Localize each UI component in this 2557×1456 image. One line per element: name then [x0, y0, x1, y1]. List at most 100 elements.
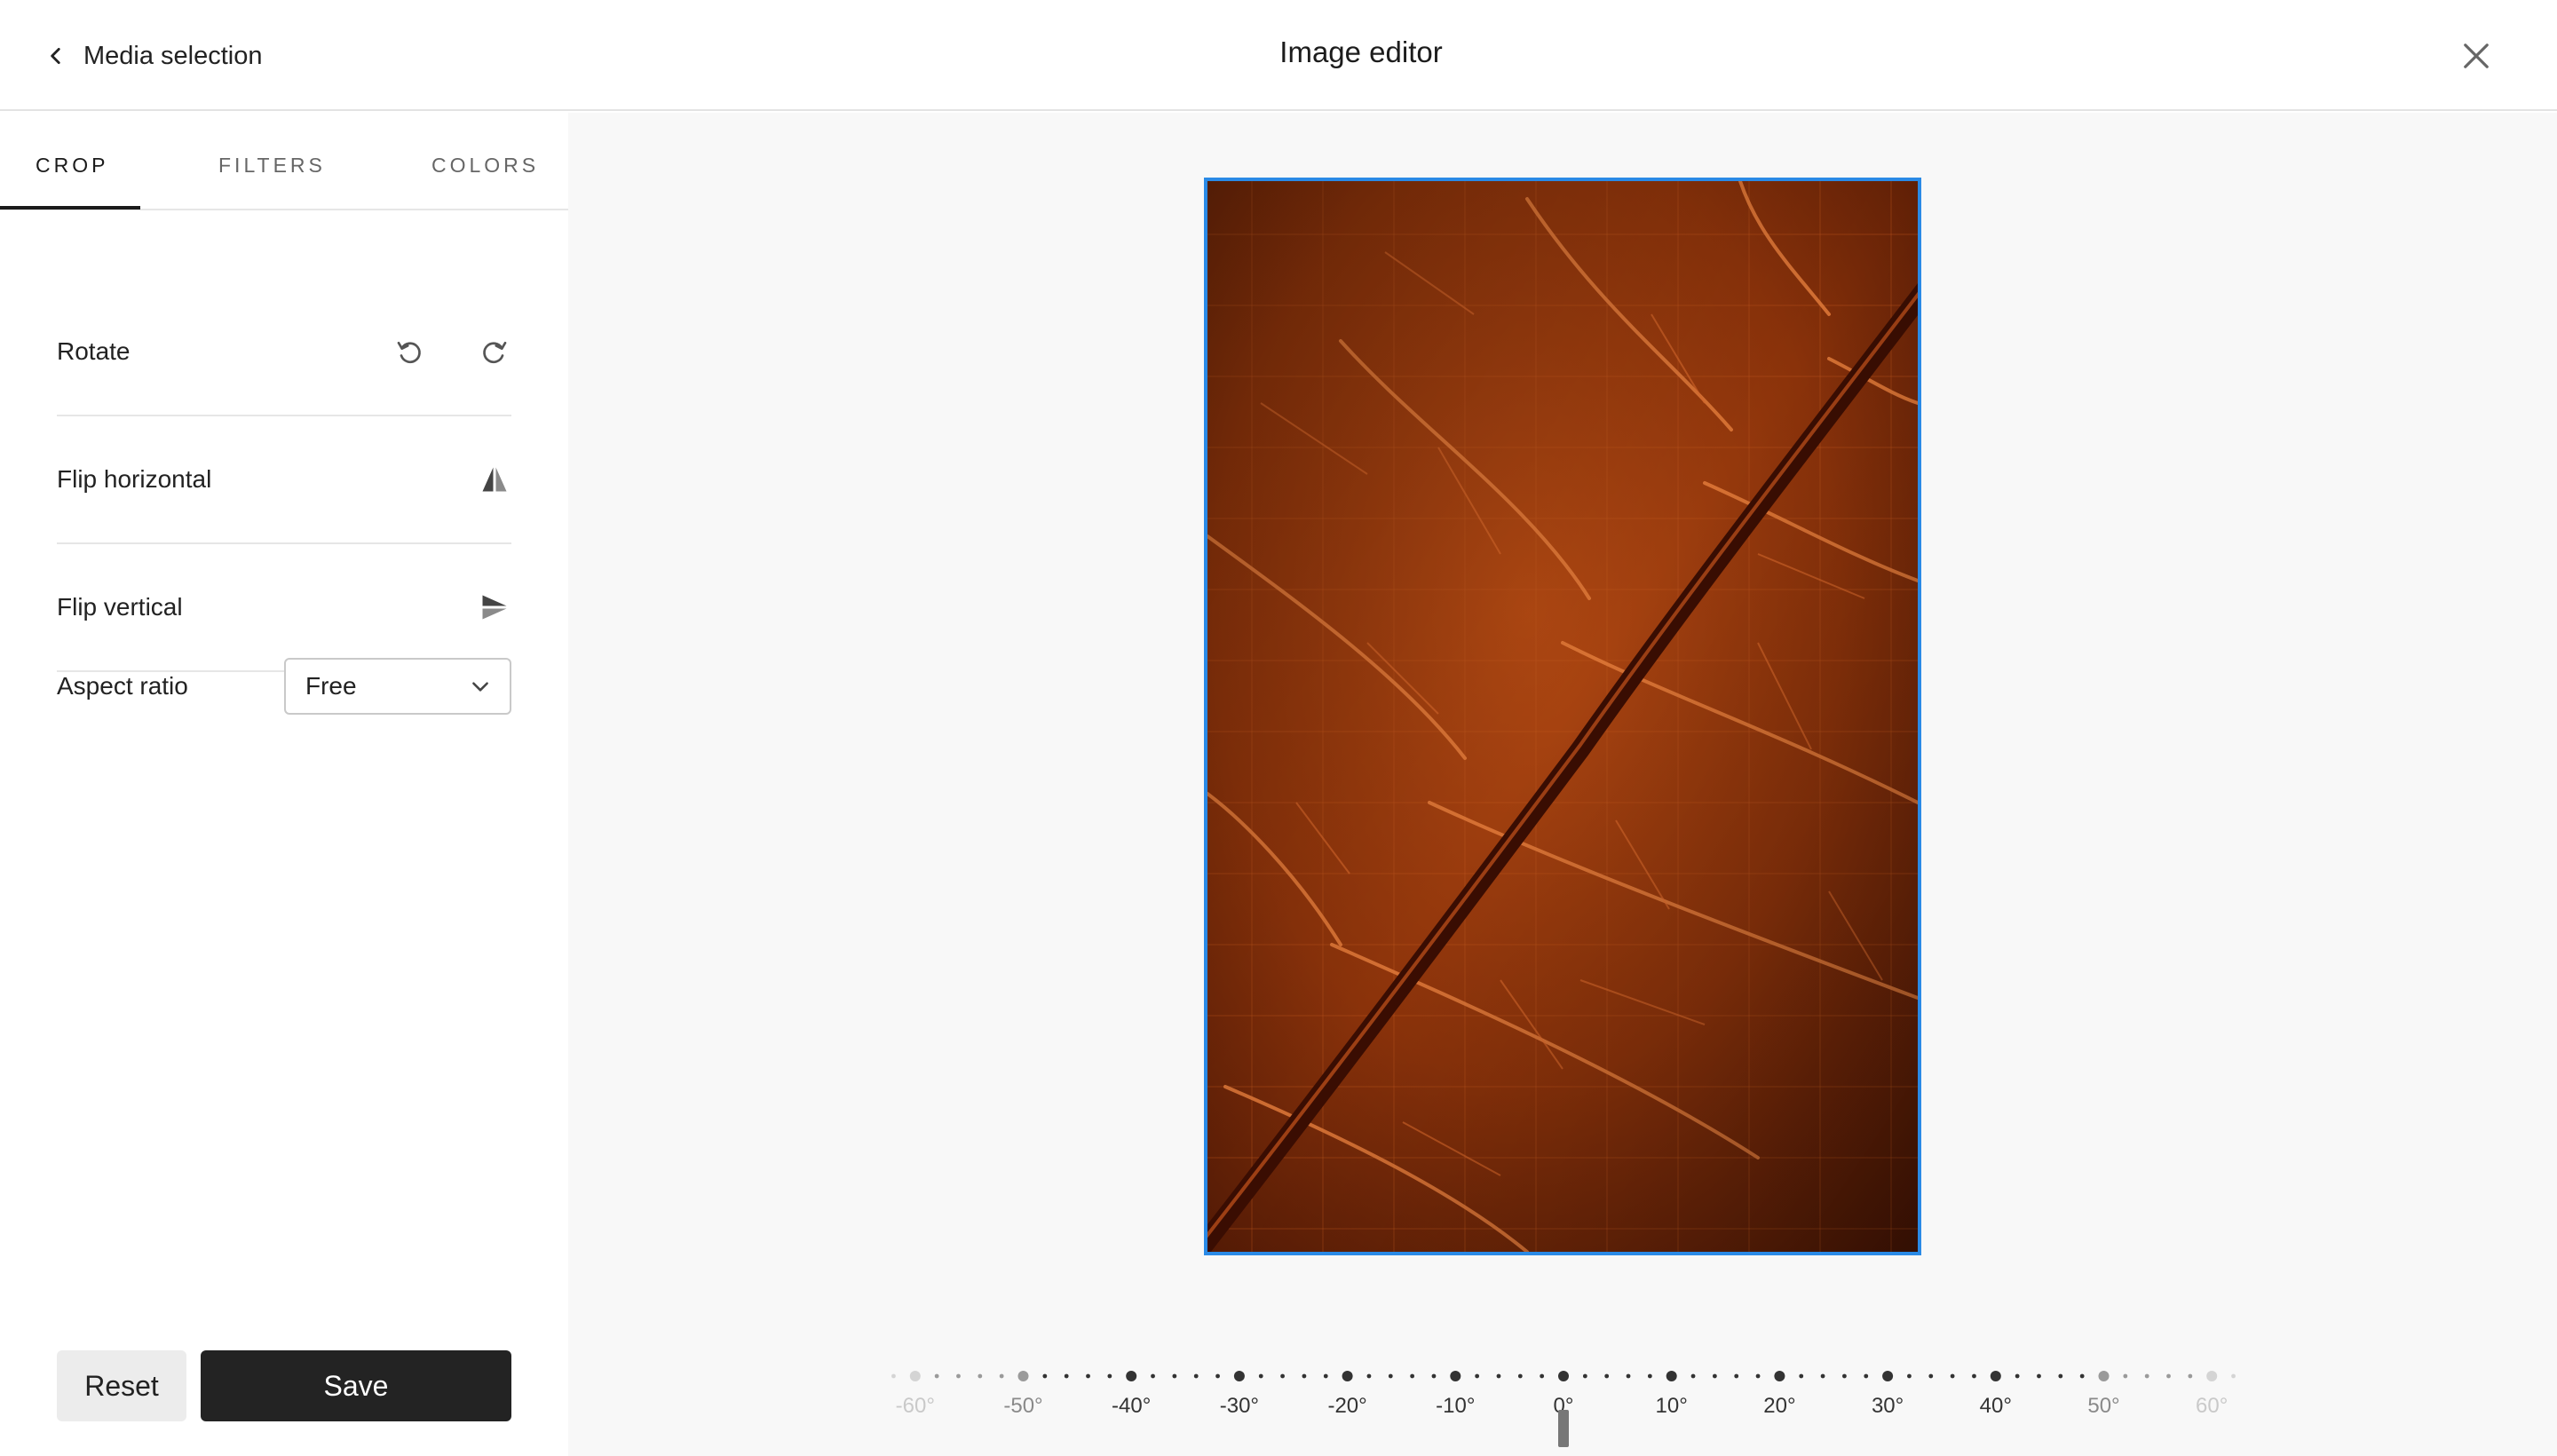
- save-button[interactable]: Save: [201, 1350, 511, 1421]
- close-icon: [2464, 44, 2489, 68]
- rotation-indicator[interactable]: [1558, 1410, 1569, 1447]
- ruler-major-tick: [2206, 1371, 2218, 1381]
- ruler-minor-tick: [1972, 1373, 1976, 1379]
- ruler-minor-tick: [1410, 1373, 1415, 1379]
- rotate-right-button[interactable]: [474, 331, 515, 372]
- ruler-minor-tick: [1258, 1373, 1263, 1379]
- ruler-major-tick: [1126, 1371, 1137, 1381]
- flip-vertical-label: Flip vertical: [57, 593, 183, 621]
- ruler-minor-tick: [1517, 1373, 1523, 1379]
- ruler-minor-tick: [1907, 1373, 1912, 1379]
- ruler-minor-tick: [1604, 1373, 1610, 1379]
- chevron-down-icon: [472, 682, 488, 692]
- ruler-label: -60°: [895, 1394, 935, 1418]
- rotate-left-button[interactable]: [389, 331, 430, 372]
- flip-horizontal-button[interactable]: [474, 459, 515, 500]
- ruler-minor-tick: [2188, 1373, 2193, 1379]
- ruler-minor-tick: [1475, 1373, 1480, 1379]
- rotate-clockwise-icon: [483, 341, 507, 364]
- flip-horizontal-icon: [482, 467, 507, 492]
- ruler-label: 60°: [2196, 1394, 2228, 1418]
- ruler-minor-tick: [978, 1373, 983, 1379]
- aspect-ratio-row: Aspect ratio Free: [57, 651, 511, 722]
- tab-crop[interactable]: CROP: [36, 154, 108, 178]
- ruler-minor-tick: [1755, 1373, 1761, 1379]
- back-label: Media selection: [83, 41, 263, 70]
- ruler-label: -20°: [1327, 1394, 1367, 1418]
- ruler-major-tick: [1450, 1371, 1461, 1381]
- ruler-minor-tick: [1734, 1373, 1739, 1379]
- ruler-minor-tick: [1366, 1373, 1372, 1379]
- ruler-minor-tick: [934, 1373, 939, 1379]
- ruler-minor-tick: [1690, 1373, 1696, 1379]
- ruler-minor-tick: [2166, 1373, 2171, 1379]
- chevron-left-icon: [51, 48, 60, 64]
- ruler-minor-tick: [1042, 1373, 1048, 1379]
- ruler-minor-tick: [1107, 1373, 1112, 1379]
- ruler-minor-tick: [891, 1373, 896, 1379]
- active-tab-indicator: [0, 206, 140, 210]
- tab-colors[interactable]: COLORS: [431, 154, 539, 178]
- aspect-ratio-select[interactable]: Free: [284, 658, 511, 715]
- reset-button[interactable]: Reset: [57, 1350, 186, 1421]
- ruler-major-tick: [909, 1371, 921, 1381]
- ruler-minor-tick: [1086, 1373, 1090, 1379]
- ruler-minor-tick: [1215, 1373, 1220, 1379]
- ruler-minor-tick: [2123, 1373, 2128, 1379]
- ruler-minor-tick: [2079, 1373, 2085, 1379]
- ruler-minor-tick: [1928, 1373, 1934, 1379]
- tab-bar: CROP FILTERS COLORS: [0, 113, 568, 210]
- ruler-label: -10°: [1436, 1394, 1476, 1418]
- ruler-minor-tick: [1151, 1373, 1155, 1379]
- ruler-minor-tick: [1582, 1373, 1587, 1379]
- ruler-minor-tick: [1864, 1373, 1869, 1379]
- ruler-minor-tick: [1302, 1373, 1307, 1379]
- rotation-ruler[interactable]: -60° -50° -40° -30° -20° -10° 0° 10° 20° 30° 40° 50…: [879, 1357, 2246, 1454]
- ruler-label: 20°: [1763, 1394, 1796, 1418]
- leaf-image: [1207, 181, 1918, 1252]
- ruler-minor-tick: [2144, 1373, 2149, 1379]
- ruler-minor-tick: [2231, 1373, 2236, 1379]
- ruler-label: -40°: [1112, 1394, 1152, 1418]
- flip-horizontal-label: Flip horizontal: [57, 465, 212, 493]
- aspect-ratio-label: Aspect ratio: [57, 672, 188, 700]
- ruler-minor-tick: [1172, 1373, 1177, 1379]
- ruler-minor-tick: [2037, 1373, 2041, 1379]
- ruler-minor-tick: [1496, 1373, 1501, 1379]
- ruler-major-tick: [1882, 1371, 1894, 1381]
- tab-filters[interactable]: FILTERS: [218, 154, 326, 178]
- ruler-major-tick: [1342, 1371, 1353, 1381]
- ruler-major-tick: [2098, 1371, 2110, 1381]
- ruler-label: 50°: [2087, 1394, 2120, 1418]
- back-to-media-selection[interactable]: Media selection: [44, 37, 263, 75]
- crop-frame[interactable]: [1204, 178, 1921, 1255]
- ruler-minor-tick: [1388, 1373, 1393, 1379]
- ruler-label: 40°: [1979, 1394, 2012, 1418]
- ruler-major-tick: [1558, 1371, 1569, 1381]
- ruler-major-tick: [1666, 1371, 1677, 1381]
- ruler-minor-tick: [1323, 1373, 1328, 1379]
- ruler-minor-tick: [2015, 1373, 2020, 1379]
- close-button[interactable]: [2458, 37, 2495, 75]
- ruler-minor-tick: [1540, 1373, 1545, 1379]
- ruler-minor-tick: [1950, 1373, 1955, 1379]
- ruler-major-tick: [1017, 1371, 1029, 1381]
- editor-sidebar: CROP FILTERS COLORS Rotate Flip horizont…: [0, 113, 568, 1456]
- flip-horizontal-row: Flip horizontal: [57, 416, 511, 544]
- ruler-minor-tick: [1842, 1373, 1847, 1379]
- ruler-minor-tick: [1647, 1373, 1652, 1379]
- ruler-major-tick: [1774, 1371, 1785, 1381]
- ruler-minor-tick: [956, 1373, 961, 1379]
- ruler-label: -30°: [1219, 1394, 1260, 1418]
- flip-vertical-button[interactable]: [474, 587, 515, 628]
- ruler-minor-tick: [1712, 1373, 1717, 1379]
- ruler-label: -50°: [1003, 1394, 1043, 1418]
- ruler-minor-tick: [2058, 1373, 2063, 1379]
- app-header: Media selection Image editor: [0, 0, 2557, 111]
- ruler-minor-tick: [1193, 1373, 1199, 1379]
- flip-vertical-icon: [482, 595, 507, 620]
- ruler-label: 30°: [1871, 1394, 1904, 1418]
- rotate-row: Rotate: [57, 289, 511, 416]
- ruler-minor-tick: [1431, 1373, 1437, 1379]
- aspect-ratio-value: Free: [305, 672, 357, 700]
